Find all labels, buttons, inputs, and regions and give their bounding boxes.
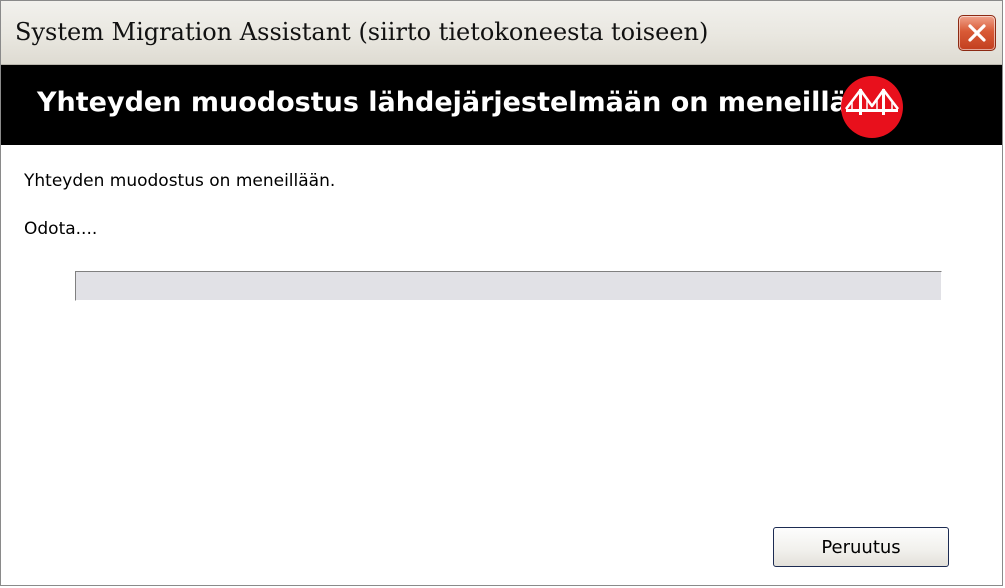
title-bar[interactable]: System Migration Assistant (siirto tieto…: [1, 1, 1002, 65]
header-banner: Yhteyden muodostus lähdejärjestelmään on…: [1, 65, 1002, 145]
migration-assistant-window: System Migration Assistant (siirto tieto…: [0, 0, 1003, 586]
cancel-button[interactable]: Peruutus: [773, 527, 949, 567]
window-title: System Migration Assistant (siirto tieto…: [15, 18, 709, 46]
close-x-icon: [968, 24, 986, 42]
dialog-content: Yhteyden muodostus on meneillään. Odota.…: [1, 145, 1002, 585]
close-button[interactable]: [958, 15, 996, 51]
wait-message: Odota....: [24, 219, 98, 239]
progress-bar: [75, 271, 942, 301]
bridge-logo-icon: [841, 76, 903, 138]
status-message: Yhteyden muodostus on meneillään.: [24, 171, 336, 191]
banner-heading: Yhteyden muodostus lähdejärjestelmään on…: [37, 87, 886, 118]
